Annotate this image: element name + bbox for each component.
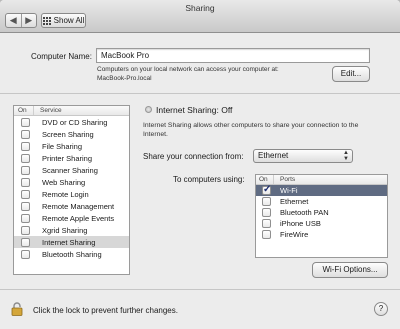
share-from-label: Share your connection from: [143,152,244,161]
network-hint-line2: MacBook-Pro.local [97,75,152,82]
footer-divider [0,289,400,290]
service-checkbox[interactable] [21,117,30,127]
service-label: Bluetooth Sharing [42,249,102,259]
computer-name-label: Computer Name: [31,52,92,61]
service-checkbox[interactable] [21,237,30,247]
service-checkbox[interactable] [21,177,30,187]
column-header-service[interactable]: Service [34,106,62,115]
service-label: Screen Sharing [42,129,94,139]
port-row[interactable]: Bluetooth PAN [256,207,387,218]
service-row[interactable]: Remote Login [14,188,129,200]
service-row[interactable]: Web Sharing [14,176,129,188]
edit-button[interactable]: Edit... [332,66,370,82]
port-label: Wi-Fi [280,186,298,195]
port-label: Ethernet [280,197,309,206]
window-title: Sharing [185,3,215,13]
service-checkbox[interactable] [21,153,30,163]
service-label: DVD or CD Sharing [42,117,108,127]
service-checkbox[interactable] [21,129,30,139]
wifi-options-button[interactable]: Wi-Fi Options... [312,262,388,278]
computer-name-field[interactable]: MacBook Pro [96,48,370,63]
back-forward-control[interactable]: ◀ ▶ [5,13,37,28]
service-label: Web Sharing [42,177,86,187]
share-from-value: Ethernet [258,151,289,160]
service-row[interactable]: File Sharing [14,140,129,152]
back-arrow-icon[interactable]: ◀ [6,14,21,27]
service-checkbox[interactable] [21,189,30,199]
service-row[interactable]: Internet Sharing [14,236,129,248]
service-row[interactable]: Xgrid Sharing [14,224,129,236]
description-line2: Internet. [143,131,168,138]
service-checkbox[interactable] [21,249,30,259]
service-checkbox[interactable] [21,201,30,211]
service-label: Remote Login [42,189,89,199]
to-computers-label: To computers using: [173,175,245,184]
status-indicator-icon [145,106,152,113]
port-checkbox[interactable] [262,208,271,217]
service-label: Printer Sharing [42,153,93,163]
service-row[interactable]: Printer Sharing [14,152,129,164]
grid-icon [42,16,51,25]
service-checkbox[interactable] [21,165,30,175]
port-label: Bluetooth PAN [280,208,329,217]
internet-sharing-description: Internet Sharing allows other computers … [143,121,358,139]
port-checkbox[interactable] [262,219,271,228]
service-row[interactable]: Bluetooth Sharing [14,248,129,260]
share-from-select[interactable]: Ethernet ▲ ▼ [253,149,353,163]
column-header-on[interactable]: On [14,106,34,115]
port-row[interactable]: FireWire [256,229,387,240]
port-label: FireWire [280,230,309,239]
ports-header-on[interactable]: On [256,175,274,184]
service-label: File Sharing [42,141,83,151]
help-button[interactable]: ? [374,302,388,316]
updown-arrows-icon: ▲ ▼ [343,150,349,162]
port-row[interactable]: Wi-Fi [256,184,387,196]
port-row[interactable]: Ethernet [256,196,387,207]
service-checkbox[interactable] [21,225,30,235]
ports-list-header: On Ports [256,175,387,185]
port-row[interactable]: iPhone USB [256,218,387,229]
service-row[interactable]: Scanner Sharing [14,164,129,176]
port-checkbox[interactable] [262,197,271,206]
divider [0,93,400,94]
show-all-button[interactable]: Show All [41,13,86,28]
port-checkbox[interactable] [262,184,271,195]
service-row[interactable]: DVD or CD Sharing [14,116,129,128]
port-checkbox[interactable] [262,230,271,239]
service-label: Remote Apple Events [42,213,115,223]
port-label: iPhone USB [280,219,321,228]
service-list: On Service DVD or CD Sharing Screen Shari… [13,105,130,275]
forward-arrow-icon[interactable]: ▶ [20,14,37,27]
service-label: Remote Management [42,201,115,211]
service-label: Scanner Sharing [42,165,98,175]
service-list-header: On Service [14,106,129,116]
service-checkbox[interactable] [21,213,30,223]
ports-list: On Ports Wi-Fi Ethernet Bluetooth PAN iPhon… [255,174,388,258]
internet-sharing-status: Internet Sharing: Off [156,105,233,115]
network-hint-line1: Computers on your local network can acce… [97,66,279,73]
show-all-label: Show All [53,16,85,25]
service-row[interactable]: Screen Sharing [14,128,129,140]
service-row[interactable]: Remote Apple Events [14,212,129,224]
ports-header-ports[interactable]: Ports [274,175,295,184]
lock-message: Click the lock to prevent further change… [33,306,178,315]
service-label: Internet Sharing [42,237,96,247]
lock-icon[interactable] [11,302,23,316]
sharing-window: Sharing ◀ ▶ Show All Computer Name: MacB… [0,0,400,329]
service-checkbox[interactable] [21,141,30,151]
service-label: Xgrid Sharing [42,225,88,235]
description-line1: Internet Sharing allows other computers … [143,122,359,129]
service-row[interactable]: Remote Management [14,200,129,212]
network-hint: Computers on your local network can acce… [97,65,279,83]
toolbar: Sharing ◀ ▶ Show All [0,0,400,33]
